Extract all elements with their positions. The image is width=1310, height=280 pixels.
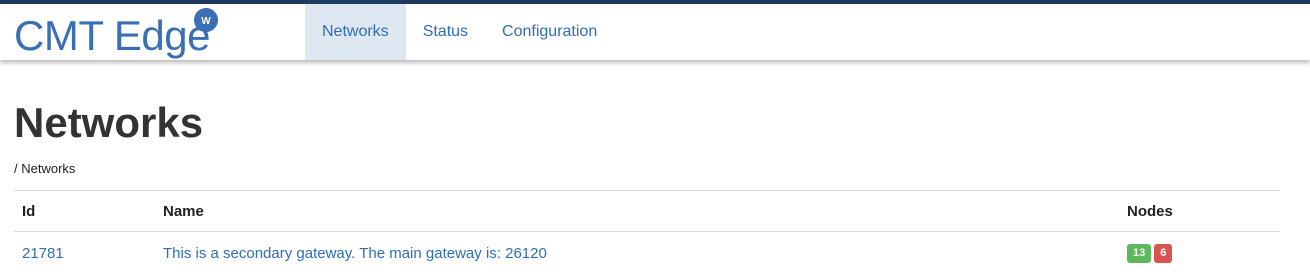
breadcrumb: / Networks [14,161,76,176]
table-row: 21781 This is a secondary gateway. The m… [14,232,1280,275]
nodes-down-badge: 6 [1154,244,1173,263]
cell-nodes: 13 6 [1119,232,1280,275]
network-name-link[interactable]: This is a secondary gateway. The main ga… [163,245,547,262]
main-nav: Networks Status Configuration [305,4,614,60]
nav-tab-networks[interactable]: Networks [305,4,406,60]
column-header-nodes: Nodes [1119,190,1280,232]
cell-id: 21781 [14,232,155,275]
page-title: Networks [14,99,204,146]
network-id-link[interactable]: 21781 [22,245,64,262]
brand-name: CMT Edge [14,12,210,59]
column-header-id: Id [14,190,155,232]
nav-tab-status[interactable]: Status [406,4,485,60]
brand-logo-letter: W [201,16,211,27]
networks-table: Id Name Nodes 21781 This is a secondary … [14,190,1280,274]
column-header-name: Name [155,190,1119,232]
brand-logo-icon: W [194,8,218,32]
table-header-row: Id Name Nodes [14,190,1280,232]
cell-name: This is a secondary gateway. The main ga… [155,232,1119,275]
top-navbar: CMT Edge W Networks Status Configuration [0,0,1310,60]
brand-link[interactable]: CMT Edge [14,8,210,64]
nodes-up-badge: 13 [1127,244,1152,263]
nav-tab-configuration[interactable]: Configuration [485,4,614,60]
